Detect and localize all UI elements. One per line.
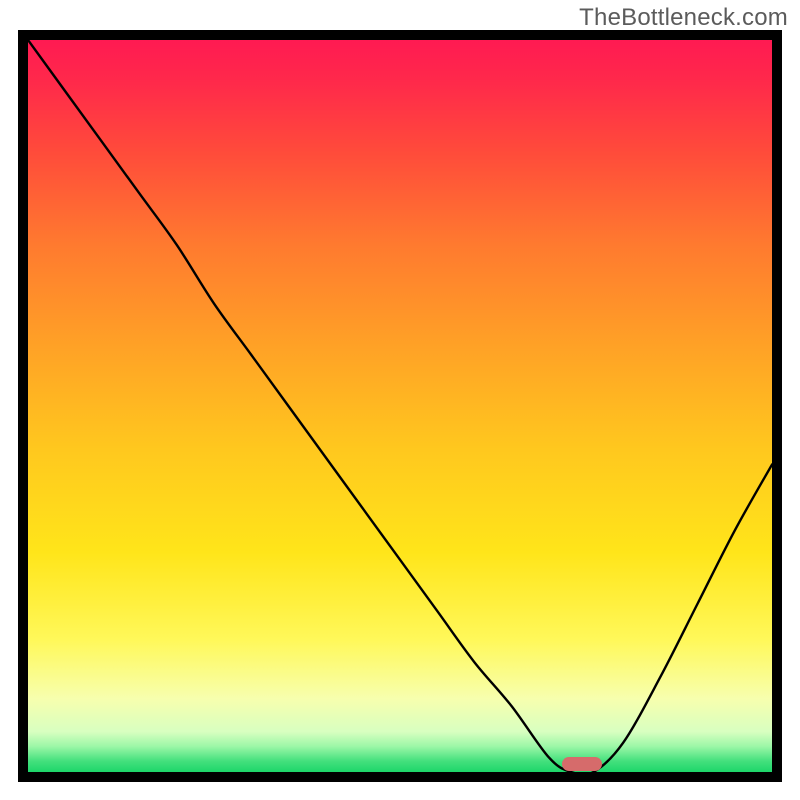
chart-plot xyxy=(28,40,772,772)
recommended-marker xyxy=(562,757,602,771)
gradient-background xyxy=(28,40,772,772)
watermark-text: TheBottleneck.com xyxy=(579,4,788,32)
chart-frame xyxy=(18,30,782,782)
